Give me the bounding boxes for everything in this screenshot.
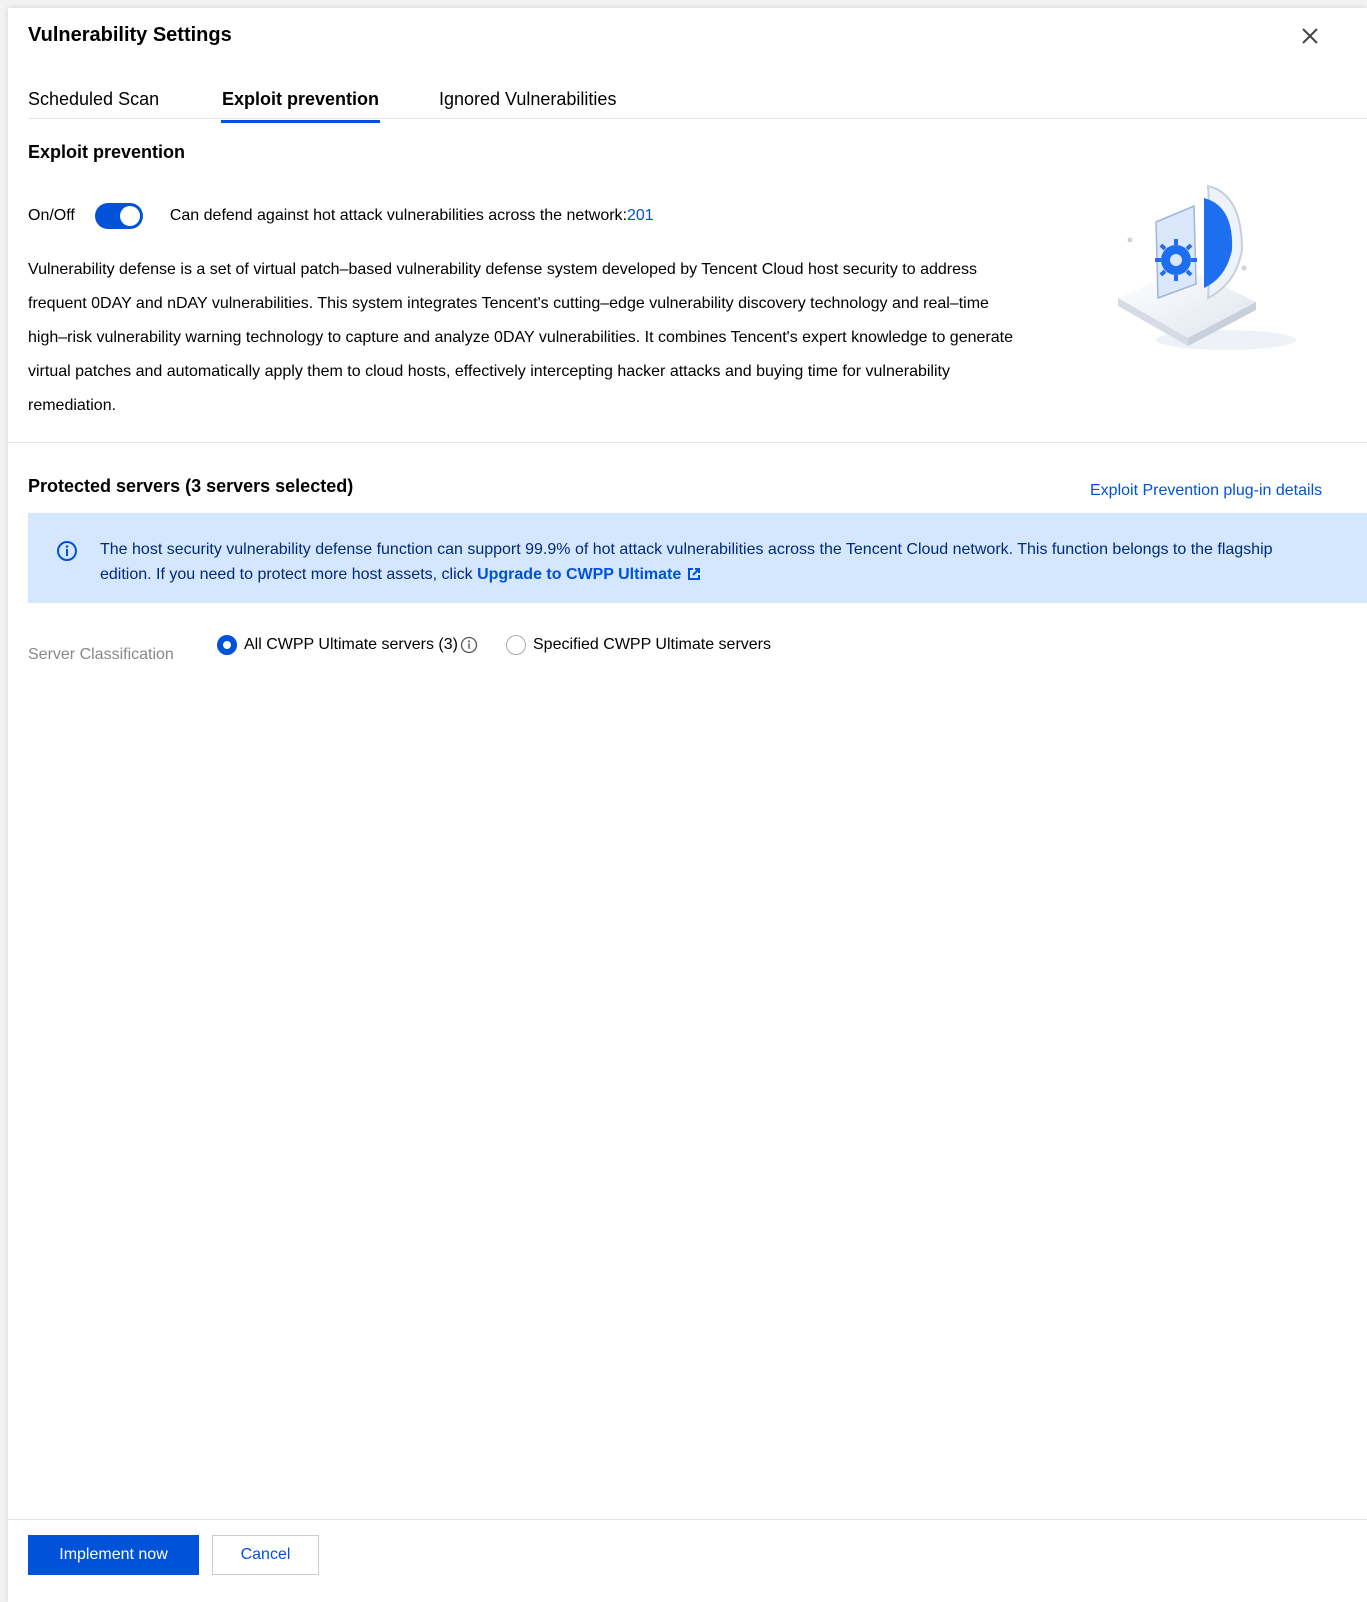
footer-divider [8, 1519, 1367, 1520]
info-icon[interactable] [460, 636, 478, 654]
external-link-icon[interactable] [687, 567, 701, 581]
server-classification-label: Server Classification [28, 646, 174, 663]
upgrade-link[interactable]: Upgrade to CWPP Ultimate [477, 566, 681, 583]
info-circle-icon [57, 541, 77, 561]
toggle-label: On/Off [28, 207, 75, 224]
defend-text: Can defend against hot attack vulnerabil… [169, 207, 627, 224]
tab-scheduled-scan[interactable]: Scheduled Scan [28, 89, 159, 110]
radio-all-label: All CWPP Ultimate servers (3) [244, 636, 458, 653]
shield-illustration [1118, 184, 1296, 350]
protected-servers-heading: Protected servers (3 servers selected) [28, 476, 354, 496]
radio-unchecked[interactable] [506, 635, 526, 655]
vulnerability-settings-dialog: Vulnerability Settings Scheduled Scan Ex… [8, 8, 1367, 1602]
info-notice: The host security vulnerability defense … [28, 513, 1367, 603]
tab-exploit-prevention[interactable]: Exploit prevention [221, 89, 381, 123]
radio-checked[interactable] [217, 635, 237, 655]
close-icon[interactable] [1298, 24, 1322, 48]
active-tab-indicator [221, 120, 381, 123]
defend-count-link[interactable]: 201 [627, 207, 654, 225]
toggle-row: On/Off Can defend against hot attack vul… [28, 201, 654, 231]
implement-now-button[interactable]: Implement now [28, 1535, 199, 1575]
dialog-title: Vulnerability Settings [28, 24, 232, 46]
exploit-prevention-toggle[interactable] [94, 203, 143, 229]
radio-specified-servers[interactable]: Specified CWPP Ultimate servers [506, 632, 771, 658]
exploit-description: Vulnerability defense is a set of virtua… [28, 261, 1013, 414]
tab-bar: Scheduled Scan Exploit prevention Ignore… [28, 76, 1367, 123]
section-divider [8, 442, 1367, 443]
cancel-button[interactable]: Cancel [212, 1535, 319, 1575]
radio-specified-label: Specified CWPP Ultimate servers [533, 636, 771, 653]
radio-all-servers[interactable]: All CWPP Ultimate servers (3) [217, 632, 478, 658]
plugin-details-link[interactable]: Exploit Prevention plug-in details [1090, 482, 1322, 500]
exploit-prevention-heading: Exploit prevention [28, 142, 186, 162]
tab-ignored-vulnerabilities[interactable]: Ignored Vulnerabilities [439, 89, 616, 110]
toggle-knob [119, 206, 140, 226]
